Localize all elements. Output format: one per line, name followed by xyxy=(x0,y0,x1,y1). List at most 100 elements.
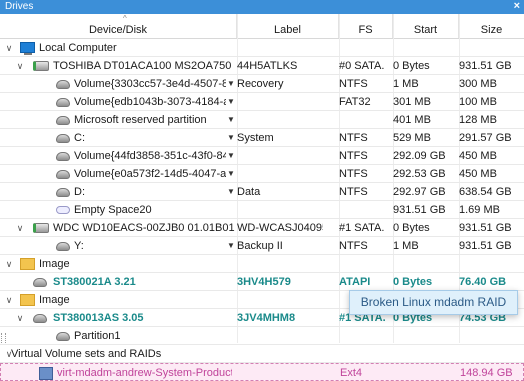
tree-row-volume[interactable]: C: ▼ System NTFS 529 MB 291.57 GB xyxy=(0,129,524,147)
row-name: virt-mdadm-andrew-System-Product-... xyxy=(57,367,232,379)
row-size: 1.69 MB xyxy=(459,204,500,216)
folder-icon xyxy=(20,294,35,306)
tree-row-local-computer[interactable]: ∨ Local Computer xyxy=(0,39,524,57)
row-start: 292.97 GB xyxy=(393,186,446,198)
row-fs: NTFS xyxy=(339,186,368,198)
row-start: 0 Bytes xyxy=(393,60,430,72)
row-fs: #1 SATA... xyxy=(339,222,385,234)
col-label-header[interactable]: Label xyxy=(237,14,339,38)
tree-row-volume[interactable]: Volume{e0a573f2-14d5-4047-adfc-3... ▼ NT… xyxy=(0,165,524,183)
empty-space-icon xyxy=(56,206,70,214)
row-name: Volume{edb1043b-3073-4184-a4d5-... xyxy=(74,96,226,108)
volume-icon xyxy=(56,242,70,251)
tree-row-raid[interactable]: virt-mdadm-andrew-System-Product-... Ext… xyxy=(0,363,524,381)
row-start: 301 MB xyxy=(393,96,431,108)
row-start: 1 MB xyxy=(393,78,419,90)
volume-icon xyxy=(56,332,70,341)
tree-row-volume[interactable]: D: ▼ Data NTFS 292.97 GB 638.54 GB xyxy=(0,183,524,201)
chevron-down-icon[interactable]: ∨ xyxy=(15,309,25,327)
dropdown-arrow-icon[interactable]: ▼ xyxy=(227,129,235,147)
column-header: ^ Device/Disk Label FS Start Size xyxy=(0,14,524,39)
row-start: 931.51 GB xyxy=(393,204,446,216)
row-label: Backup II xyxy=(237,240,283,252)
raid-icon xyxy=(39,367,53,380)
row-name: Volume{e0a573f2-14d5-4047-adfc-3... xyxy=(74,168,226,180)
row-label: System xyxy=(237,132,274,144)
row-size: 450 MB xyxy=(459,150,497,162)
row-size: 148.94 GB xyxy=(460,367,513,379)
row-name: ST380021A 3.21 xyxy=(53,276,136,288)
row-size: 100 MB xyxy=(459,96,497,108)
tree-row-empty-space[interactable]: Empty Space20 931.51 GB 1.69 MB xyxy=(0,201,524,219)
row-size: 76.40 GB xyxy=(459,276,507,288)
tree-row-volume[interactable]: Volume{edb1043b-3073-4184-a4d5-... ▼ FAT… xyxy=(0,93,524,111)
col-fs-header[interactable]: FS xyxy=(339,14,393,38)
chevron-down-icon[interactable]: ∨ xyxy=(4,291,14,309)
col-start-header[interactable]: Start xyxy=(393,14,459,38)
row-fs: NTFS xyxy=(339,132,368,144)
row-start: 401 MB xyxy=(393,114,431,126)
tree-row-disk[interactable]: ∨ WDC WD10EACS-00ZJB0 01.01B01 WD-WCASJ0… xyxy=(0,219,524,237)
row-label xyxy=(237,147,323,164)
row-size: 291.57 GB xyxy=(459,132,512,144)
row-name: Partition1 xyxy=(74,330,121,342)
row-label xyxy=(237,93,323,110)
row-name: D: xyxy=(74,186,85,198)
tree-row-volume[interactable]: Volume{3303cc57-3e4d-4507-872f-... ▼ Rec… xyxy=(0,75,524,93)
col-device-header[interactable]: Device/Disk xyxy=(0,14,237,38)
row-name: Volume{3303cc57-3e4d-4507-872f-... xyxy=(74,78,226,90)
chevron-down-icon[interactable]: ∨ xyxy=(15,57,25,75)
row-name: Local Computer xyxy=(39,42,117,54)
row-fs: FAT32 xyxy=(339,96,371,108)
row-fs: Ext4 xyxy=(340,367,363,379)
dropdown-arrow-icon[interactable]: ▼ xyxy=(227,111,235,129)
volume-icon xyxy=(56,152,70,161)
tree-row-volume[interactable]: Volume{44fd3858-351c-43f0-8439-1... ▼ NT… xyxy=(0,147,524,165)
row-fs: NTFS xyxy=(339,240,368,252)
tree-row-partition[interactable]: Partition1 xyxy=(0,327,524,345)
tree-row-virtual-volumes[interactable]: ∨ Virtual Volume sets and RAIDs xyxy=(0,345,524,363)
row-start: 0 Bytes xyxy=(393,276,433,288)
row-fs: NTFS xyxy=(339,150,368,162)
row-name: TOSHIBA DT01ACA100 MS2OA750 xyxy=(53,60,232,72)
hard-disk-icon xyxy=(33,223,49,233)
row-label xyxy=(237,111,323,128)
tree-row-volume[interactable]: Y: ▼ Backup II NTFS 1 MB 931.51 GB xyxy=(0,237,524,255)
row-name: Image xyxy=(39,294,70,306)
volume-icon xyxy=(56,170,70,179)
row-size: 931.51 GB xyxy=(459,60,512,72)
row-size: 638.54 GB xyxy=(459,186,512,198)
row-name: C: xyxy=(74,132,85,144)
row-start: 0 Bytes xyxy=(393,222,430,234)
dropdown-arrow-icon[interactable]: ▼ xyxy=(227,75,235,93)
row-fs: ATAPI xyxy=(339,276,371,288)
row-fs xyxy=(339,111,385,128)
tree-row-disk[interactable]: ∨ TOSHIBA DT01ACA100 MS2OA750 44H5ATLKS … xyxy=(0,57,524,75)
dropdown-arrow-icon[interactable]: ▼ xyxy=(227,93,235,111)
chevron-down-icon[interactable]: ∨ xyxy=(4,255,14,273)
row-name: ST380013AS 3.05 xyxy=(53,312,144,324)
image-disk-icon xyxy=(33,314,47,323)
row-start: 292.53 GB xyxy=(393,168,446,180)
row-name: Volume{44fd3858-351c-43f0-8439-1... xyxy=(74,150,226,162)
dropdown-arrow-icon[interactable]: ▼ xyxy=(227,165,235,183)
row-label: WD-WCASJ0409502 xyxy=(237,222,323,234)
dropdown-arrow-icon[interactable]: ▼ xyxy=(227,183,235,201)
volume-icon xyxy=(56,98,70,107)
dropdown-arrow-icon[interactable]: ▼ xyxy=(227,237,235,255)
row-label: 3HV4H579 xyxy=(237,276,291,288)
dropdown-arrow-icon[interactable]: ▼ xyxy=(227,147,235,165)
image-disk-icon xyxy=(33,278,47,287)
close-icon[interactable]: × xyxy=(514,0,520,12)
tree-row-volume[interactable]: Microsoft reserved partition ▼ 401 MB 12… xyxy=(0,111,524,129)
resize-handle[interactable] xyxy=(1,333,6,343)
chevron-down-icon[interactable]: ∨ xyxy=(15,219,25,237)
tree-row-image-disk[interactable]: ST380021A 3.21 3HV4H579 ATAPI 0 Bytes 76… xyxy=(0,273,524,291)
tree-row-image-group[interactable]: ∨ Image xyxy=(0,255,524,273)
volume-icon xyxy=(56,188,70,197)
row-size: 300 MB xyxy=(459,78,497,90)
row-fs: NTFS xyxy=(339,78,368,90)
chevron-down-icon[interactable]: ∨ xyxy=(4,39,14,57)
row-size: 450 MB xyxy=(459,168,497,180)
col-size-header[interactable]: Size xyxy=(459,14,524,38)
